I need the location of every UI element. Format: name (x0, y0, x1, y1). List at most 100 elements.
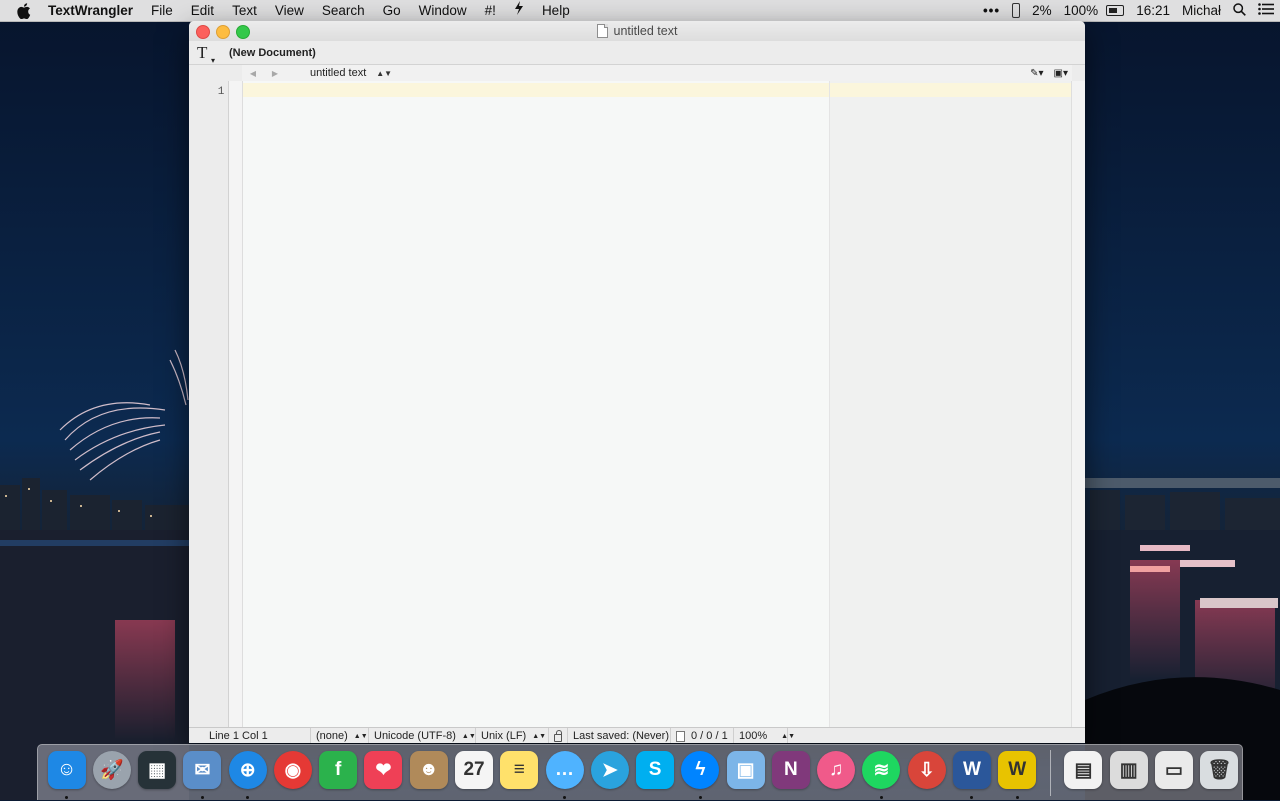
dock-item-transmission[interactable]: ⇩ (904, 745, 949, 801)
notification-center-icon[interactable] (1258, 3, 1274, 18)
battery-icon[interactable] (1106, 5, 1125, 16)
dock-item-textwrangler[interactable]: W (995, 745, 1040, 801)
pocket-icon: ❤ (364, 751, 403, 789)
cursor-position-label: Line 1 Col 1 (209, 730, 268, 742)
dock-item-document-1[interactable]: ▤ (1061, 745, 1106, 801)
last-saved-label: Last saved: (Never) (573, 730, 669, 742)
popup-updown-icon[interactable]: ▲▼ (376, 69, 392, 78)
menu-go[interactable]: Go (374, 0, 410, 21)
dock-item-launchpad[interactable]: 🚀 (89, 745, 134, 801)
zoom-popup[interactable]: 100% ▲▼ (734, 728, 795, 743)
dock-item-onenote[interactable]: N (768, 745, 813, 801)
editor-window: untitled text T ▾ (New Document) ◀ ▶ unti… (189, 21, 1085, 743)
menu-text[interactable]: Text (223, 0, 266, 21)
dock-item-contacts[interactable]: ☻ (406, 745, 451, 801)
close-window-button[interactable] (196, 25, 210, 39)
dock-item-telegram[interactable]: ➤ (587, 745, 632, 801)
running-indicator (200, 796, 204, 799)
window-titlebar[interactable]: untitled text (189, 21, 1085, 41)
encoding-label: Unicode (UTF-8) (374, 730, 456, 742)
fold-bar[interactable] (229, 81, 244, 727)
calendar-icon: 27 (455, 751, 494, 789)
document-icon (596, 24, 608, 38)
dock-item-document-3[interactable]: ▭ (1151, 745, 1196, 801)
phone-battery-icon[interactable] (1012, 3, 1021, 18)
page-guide-area[interactable] (829, 81, 1072, 727)
dock-item-finder[interactable]: ☺ (44, 745, 89, 801)
script-menu-icon[interactable] (505, 0, 533, 21)
dock-item-calendar[interactable]: 27 (451, 745, 496, 801)
editor-area: 1 (189, 81, 1085, 727)
document-counts: 0 / 0 / 1 (691, 730, 728, 742)
document-popup[interactable]: untitled text (310, 67, 366, 79)
dock-item-chrome[interactable]: ◉ (270, 745, 315, 801)
dock-item-skype[interactable]: S (632, 745, 677, 801)
document-stats[interactable]: 0 / 0 / 1 (671, 728, 734, 743)
itunes-icon: ♫ (817, 751, 856, 789)
document-3-icon: ▭ (1155, 751, 1193, 789)
dock-item-feedly[interactable]: f (316, 745, 361, 801)
dock-item-notes[interactable]: ≡ (497, 745, 542, 801)
lock-button[interactable] (549, 728, 568, 743)
dock-item-photos-frame[interactable]: ▦ (135, 745, 180, 801)
finder-icon: ☺ (47, 751, 86, 789)
menu-window[interactable]: Window (410, 0, 476, 21)
textwrangler-icon: W (998, 751, 1037, 789)
minimize-window-button[interactable] (216, 25, 230, 39)
line-number: 1 (217, 86, 225, 98)
photos-frame-icon: ▦ (138, 751, 177, 789)
document-label: (New Document) (229, 46, 316, 59)
menu-shebang[interactable]: #! (476, 0, 505, 21)
running-indicator (563, 796, 567, 799)
dock-item-mail[interactable]: ✉ (180, 745, 225, 801)
clock[interactable]: 16:21 (1136, 3, 1170, 18)
window-title: untitled text (613, 24, 678, 38)
zoom-window-button[interactable] (236, 25, 250, 39)
cursor-position[interactable]: Line 1 Col 1 (189, 728, 311, 743)
app-menu[interactable]: TextWrangler (48, 0, 142, 21)
menu-edit[interactable]: Edit (182, 0, 223, 21)
menu-search[interactable]: Search (313, 0, 374, 21)
spotlight-search-icon[interactable] (1233, 2, 1246, 19)
document-toolbar: T ▾ (New Document) (189, 41, 1085, 65)
line-endings-label: Unix (LF) (481, 730, 527, 742)
stats-page-icon (676, 730, 685, 742)
pencil-menu-icon[interactable]: ✎▾ (1030, 68, 1043, 79)
text-tool-icon[interactable]: T ▾ (197, 43, 215, 65)
forward-arrow-icon[interactable]: ▶ (264, 69, 286, 78)
vertical-scrollbar[interactable] (1071, 81, 1085, 727)
encoding-popup[interactable]: Unicode (UTF-8) ▲▼ (369, 728, 476, 743)
safari-icon: ⊕ (228, 751, 267, 789)
transmission-icon: ⇩ (907, 751, 946, 789)
document-menu-icon[interactable]: ▣▾ (1054, 68, 1068, 79)
feedly-icon: f (319, 751, 358, 789)
dock-item-preview[interactable]: ▣ (723, 745, 768, 801)
dock-item-messages[interactable]: … (542, 745, 587, 801)
document-2-icon: ▥ (1109, 751, 1148, 789)
back-arrow-icon[interactable]: ◀ (242, 69, 264, 78)
dock-item-messenger[interactable]: ϟ (678, 745, 723, 801)
dock-item-safari[interactable]: ⊕ (225, 745, 270, 801)
dock-item-itunes[interactable]: ♫ (814, 745, 859, 801)
running-indicator (879, 796, 883, 799)
dock-item-pocket[interactable]: ❤ (361, 745, 406, 801)
language-updown-icon: ▲▼ (353, 732, 368, 740)
text-editing-area[interactable] (243, 81, 830, 727)
dock-item-document-2[interactable]: ▥ (1106, 745, 1151, 801)
dock-item-word[interactable]: W (949, 745, 994, 801)
skype-icon: S (636, 751, 675, 789)
messages-icon: … (545, 751, 584, 789)
dock-separator (1049, 750, 1051, 796)
language-popup[interactable]: (none) ▲▼ (311, 728, 369, 743)
menu-view[interactable]: View (266, 0, 313, 21)
more-icon[interactable]: ••• (983, 3, 1000, 18)
user-name[interactable]: Michał (1182, 3, 1221, 18)
menu-file[interactable]: File (142, 0, 182, 21)
apple-menu-icon[interactable] (0, 2, 48, 19)
lock-icon (554, 729, 562, 742)
dock-item-spotify[interactable]: ≋ (859, 745, 904, 801)
messenger-icon: ϟ (681, 751, 720, 789)
dock-item-trash[interactable]: 🗑 (1197, 745, 1242, 801)
menu-help[interactable]: Help (533, 0, 579, 21)
line-endings-popup[interactable]: Unix (LF) ▲▼ (476, 728, 549, 743)
